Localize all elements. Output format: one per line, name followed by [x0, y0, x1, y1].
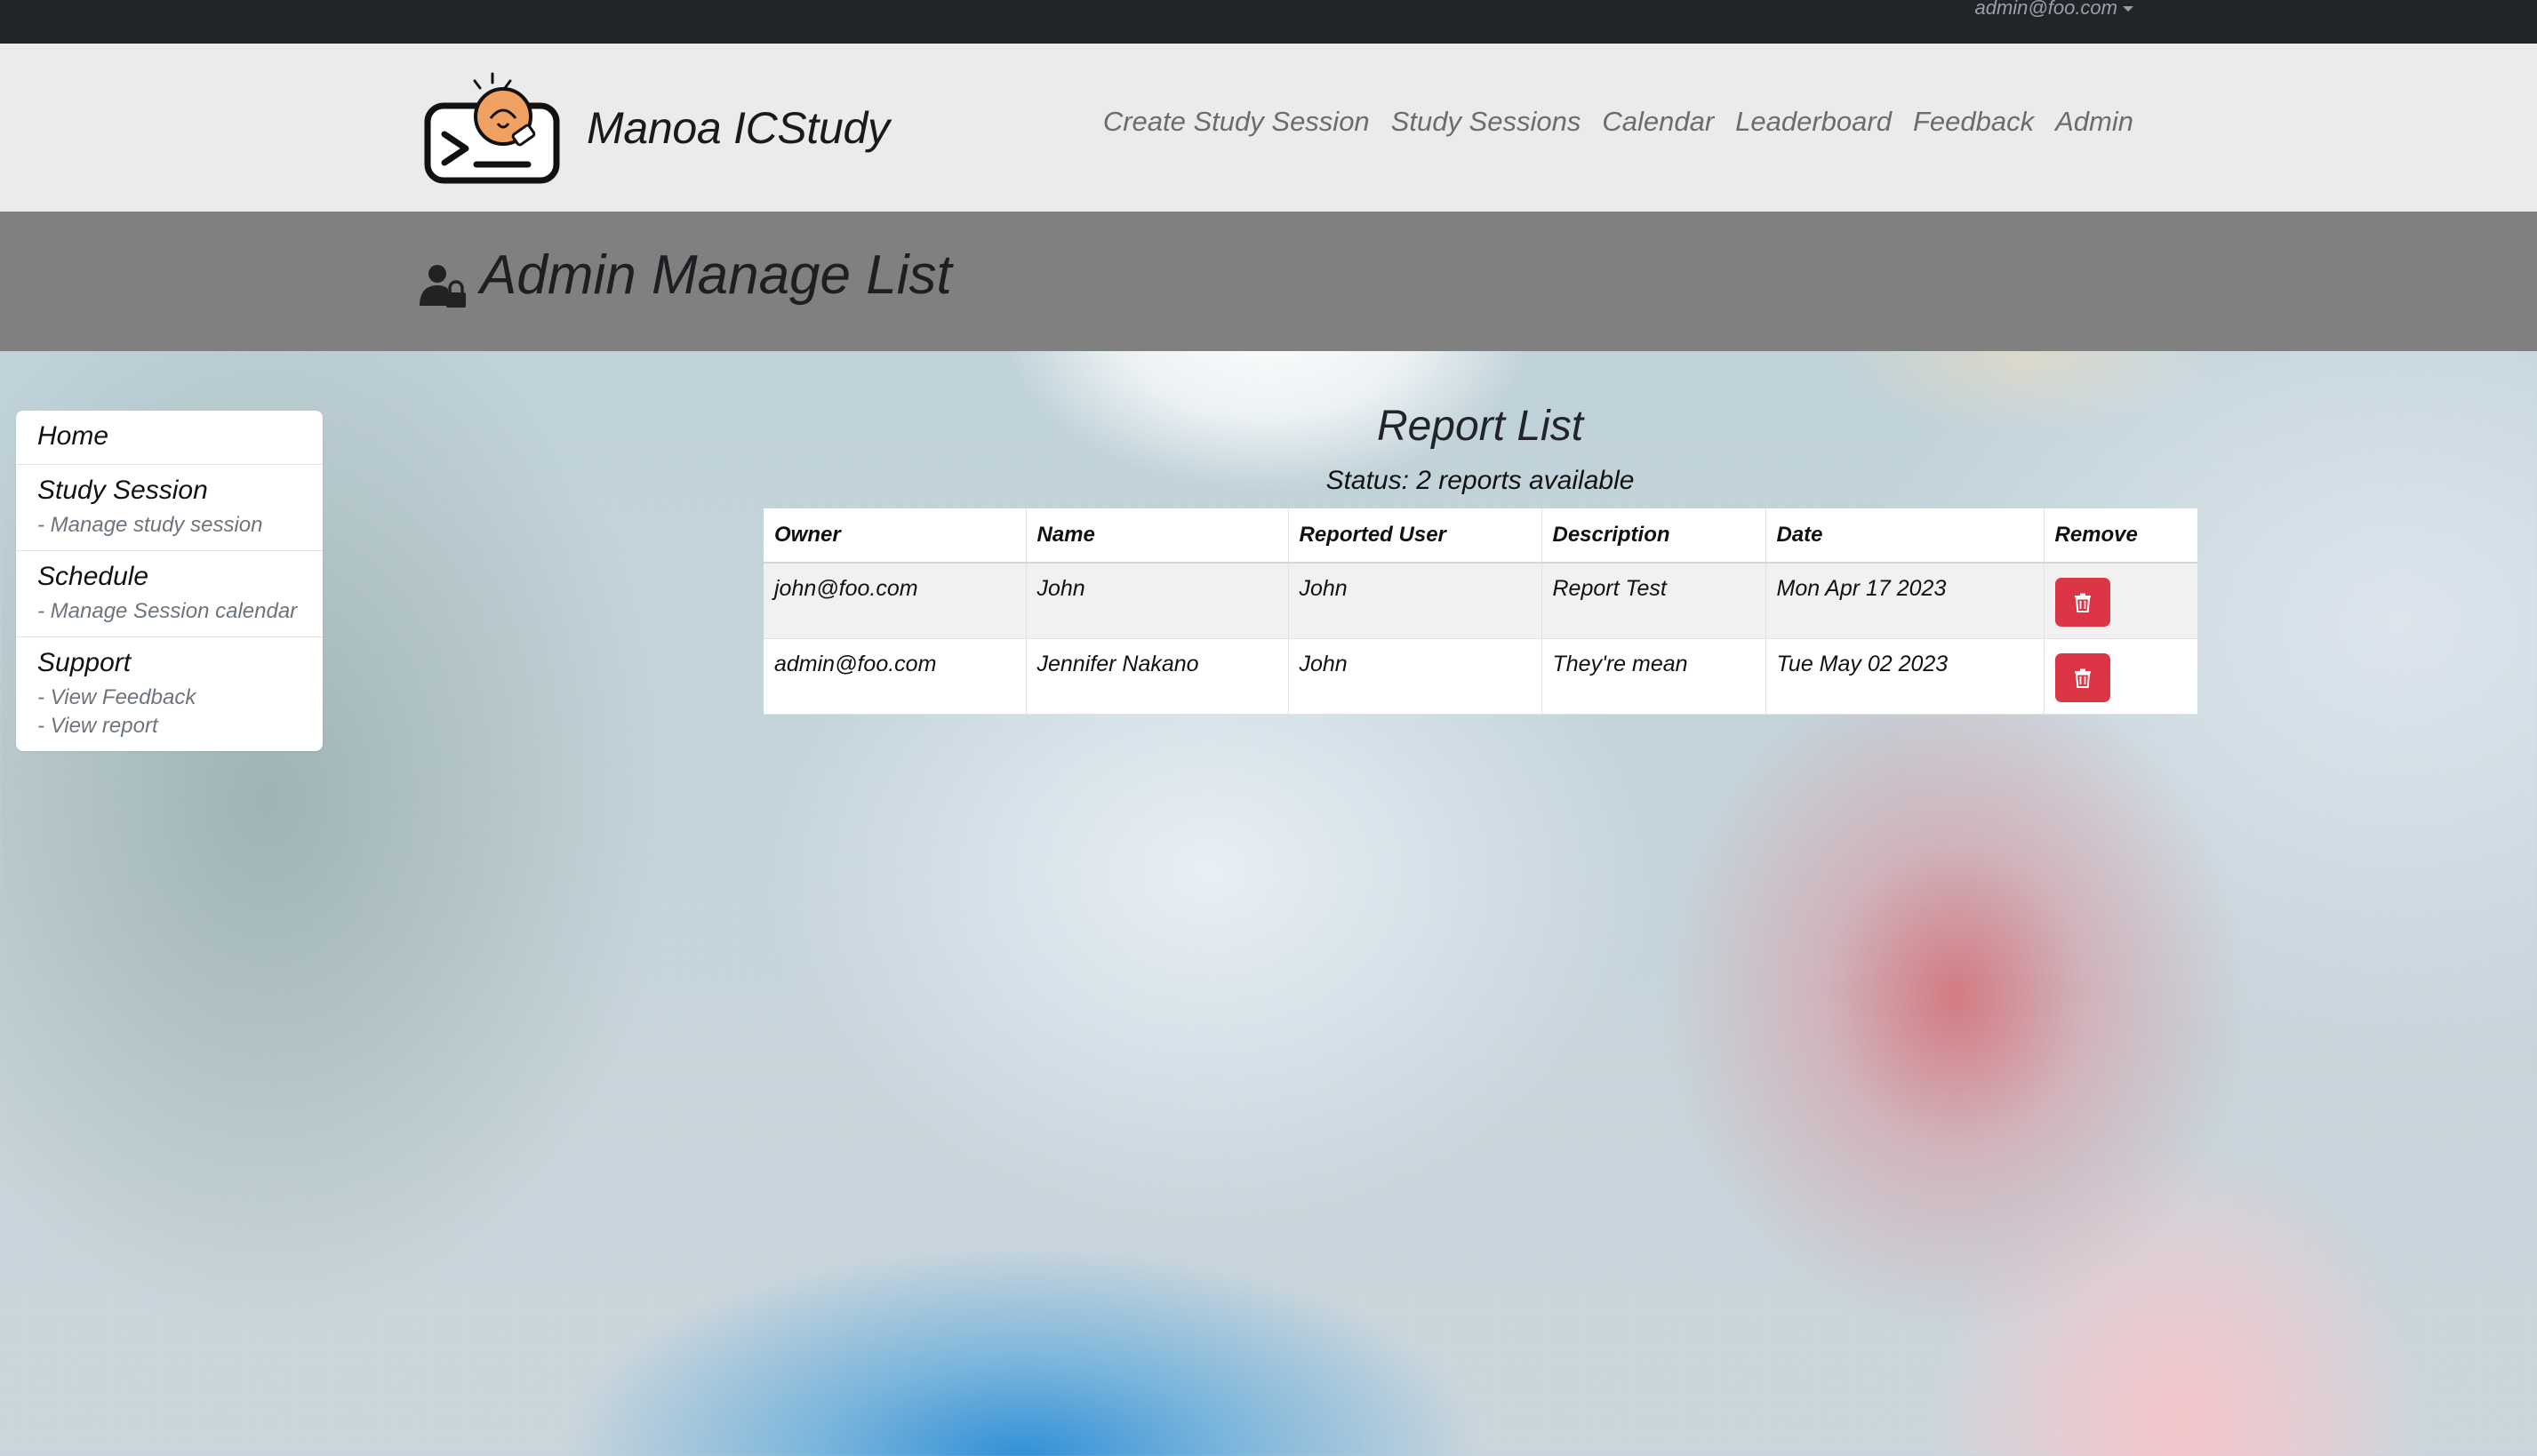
cell-date: Tue May 02 2023: [1765, 638, 2045, 715]
report-table: Owner Name Reported User Description Dat…: [764, 508, 2197, 715]
cell-description: They're mean: [1541, 638, 1766, 715]
logo-icon[interactable]: [423, 70, 562, 186]
cell-reported-user: John: [1288, 563, 1542, 639]
sidebar: Home Study Session - Manage study sessio…: [16, 411, 323, 751]
column-header-description: Description: [1541, 508, 1766, 564]
sidebar-item-label: Schedule: [37, 562, 149, 591]
page-title: Admin Manage List: [480, 244, 952, 306]
cell-owner: admin@foo.com: [764, 638, 1027, 715]
nav-feedback[interactable]: Feedback: [1913, 106, 2034, 138]
remove-report-button[interactable]: [2054, 653, 2110, 702]
cell-name: Jennifer Nakano: [1026, 638, 1289, 715]
table-header-row: Owner Name Reported User Description Dat…: [764, 508, 2197, 564]
report-list-title: Report List: [1376, 403, 1584, 450]
sidebar-link-manage-session-calendar[interactable]: - Manage Session calendar: [37, 599, 301, 624]
column-header-reported-user: Reported User: [1288, 508, 1542, 564]
nav-leaderboard[interactable]: Leaderboard: [1735, 106, 1892, 138]
sidebar-link-manage-study-session[interactable]: - Manage study session: [37, 513, 301, 538]
nav-calendar[interactable]: Calendar: [1602, 106, 1714, 138]
nav-create-study-session[interactable]: Create Study Session: [1103, 106, 1370, 138]
cell-reported-user: John: [1288, 638, 1542, 715]
sidebar-item-schedule[interactable]: Schedule - Manage Session calendar: [16, 551, 323, 637]
page-header: Admin Manage List: [0, 212, 2537, 351]
top-bar: admin@foo.com: [0, 0, 2537, 44]
column-header-date: Date: [1765, 508, 2045, 564]
sidebar-item-label: Support: [37, 648, 132, 677]
brand-link[interactable]: Manoa ICStudy: [587, 102, 890, 154]
trash-icon: [2074, 593, 2091, 612]
sidebar-item-support[interactable]: Support - View Feedback - View report: [16, 637, 323, 751]
cell-remove: [2044, 638, 2197, 715]
user-lock-icon: [420, 265, 466, 308]
cell-name: John: [1026, 563, 1289, 639]
user-menu-dropdown[interactable]: admin@foo.com: [1974, 0, 2133, 20]
report-status: Status: 2 reports available: [1325, 466, 1635, 495]
cell-description: Report Test: [1541, 563, 1766, 639]
chevron-down-icon: [2123, 6, 2133, 12]
nav-admin[interactable]: Admin: [2055, 106, 2133, 138]
sidebar-link-view-feedback[interactable]: - View Feedback: [37, 685, 301, 710]
table-row: admin@foo.com Jennifer Nakano John They'…: [764, 638, 2197, 715]
column-header-owner: Owner: [764, 508, 1027, 564]
table-row: john@foo.com John John Report Test Mon A…: [764, 563, 2197, 639]
navbar: Manoa ICStudy Create Study Session Study…: [0, 44, 2537, 212]
cell-remove: [2044, 563, 2197, 639]
column-header-remove: Remove: [2044, 508, 2197, 564]
remove-report-button[interactable]: [2054, 578, 2110, 627]
main-nav: Create Study Session Study Sessions Cale…: [1103, 106, 2133, 138]
column-header-name: Name: [1026, 508, 1289, 564]
user-email: admin@foo.com: [1974, 0, 2117, 19]
nav-study-sessions[interactable]: Study Sessions: [1391, 106, 1581, 138]
cell-date: Mon Apr 17 2023: [1765, 563, 2045, 639]
trash-icon: [2074, 668, 2091, 688]
sidebar-link-view-report[interactable]: - View report: [37, 714, 301, 739]
cell-owner: john@foo.com: [764, 563, 1027, 639]
